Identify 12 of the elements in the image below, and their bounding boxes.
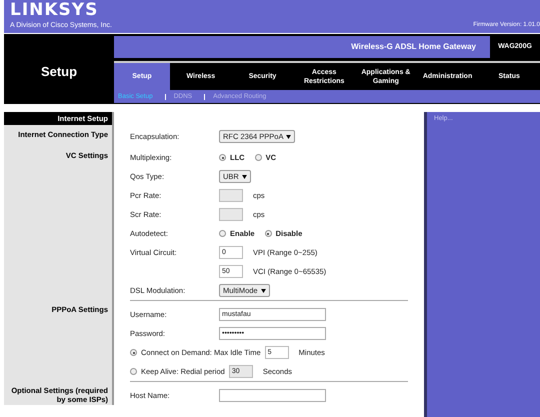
caret-icon xyxy=(286,134,292,138)
radio-button[interactable] xyxy=(254,154,262,161)
radio-button[interactable] xyxy=(264,230,272,237)
logo: LINKSYS xyxy=(10,2,100,19)
radio-button[interactable] xyxy=(219,154,226,161)
caret-icon xyxy=(260,288,266,292)
product-name: Wireless-G ADSL Home Gateway xyxy=(114,36,490,58)
radio-button[interactable] xyxy=(219,230,226,237)
radio-button[interactable] xyxy=(130,349,137,356)
input-field[interactable] xyxy=(219,389,326,402)
caret-icon xyxy=(242,174,247,178)
page-title: Setup xyxy=(40,63,78,81)
